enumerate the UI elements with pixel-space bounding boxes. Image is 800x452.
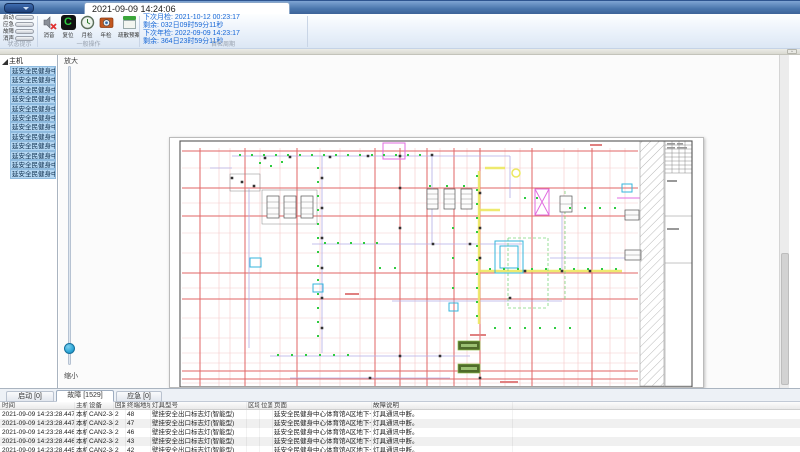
tree-item-page[interactable]: 延安全民健身中心体育馆A区地下一层 bbox=[10, 122, 56, 132]
fault-indicator-label: 故障 bbox=[3, 29, 15, 35]
canvas-scrollbar-thumb[interactable] bbox=[781, 253, 789, 385]
selfcheck-group: 下次月检: 2021-10-12 00:23:17 剩余: 032日09时59分… bbox=[141, 14, 305, 49]
tree-item-page[interactable]: 延安全民健身中心体育馆A区地下一层 bbox=[10, 66, 56, 76]
column-header[interactable]: 回路 bbox=[115, 402, 126, 409]
startup-indicator-lamp bbox=[15, 15, 34, 20]
tree-item-page[interactable]: 延安全民健身中心体育馆A区地下一层 bbox=[10, 112, 56, 123]
emergency-indicator-label: 应急 bbox=[3, 22, 15, 28]
mute-speaker-icon bbox=[42, 15, 57, 30]
tree-item-page[interactable]: 延安全民健身中心体育馆A区地下一层 bbox=[10, 131, 56, 142]
fault-table-header: 时间 主机 设备 回路 终端地址 灯具型号 区域 位置 页面 故障说明 bbox=[0, 402, 800, 410]
startup-indicator-label: 启动 bbox=[3, 15, 15, 21]
column-header[interactable]: 灯具型号 bbox=[152, 402, 247, 409]
tree-item-page[interactable]: 延安全民健身中心体育馆A区地下一层 bbox=[10, 94, 56, 104]
zoom-out-label: 缩小 bbox=[64, 373, 78, 380]
titlebar: 2021-09-09 14:24:06 bbox=[0, 0, 800, 15]
tree-item-page[interactable]: 延安全民健身中心体育馆A区地下一层 bbox=[10, 150, 56, 160]
canvas-vertical-scrollbar[interactable] bbox=[779, 55, 789, 388]
status-group-label: 状态提示 bbox=[7, 42, 32, 48]
window-title: 2021-09-09 14:24:06 bbox=[92, 4, 176, 14]
next-monthly-check: 下次月检: 2021-10-12 00:23:17 bbox=[143, 14, 240, 21]
tree-item-page[interactable]: 延安全民健身中心体育馆A区地下一层 bbox=[10, 159, 56, 170]
startup-indicator: 启动 bbox=[2, 15, 37, 21]
tree-item-page[interactable]: 延安全民健身中心体育馆A区地下一层 bbox=[10, 84, 56, 95]
tree-root-host[interactable]: 主机 bbox=[0, 57, 57, 66]
collapse-ribbon-button[interactable]: ^ bbox=[787, 49, 797, 54]
monthly-check-button[interactable]: 月检 bbox=[78, 15, 96, 42]
mute-button[interactable]: 消音 bbox=[40, 15, 58, 42]
status-group: 启动 应急 故障 消声 状态提示 bbox=[2, 14, 37, 49]
evacuation-plan-icon bbox=[122, 15, 137, 30]
reset-button[interactable]: C 复位 bbox=[59, 15, 77, 42]
column-header[interactable]: 终端地址 bbox=[127, 402, 151, 409]
actions-group: 消音 C 复位 月检 年检 疏散预案 一般操作 bbox=[40, 14, 140, 49]
reset-icon: C bbox=[60, 15, 76, 30]
group-separator bbox=[307, 16, 308, 47]
fault-row[interactable]: 2021-09-09 14:23:28.445 本机 CAN2-34 2 42 壁挂安… bbox=[0, 446, 800, 452]
column-header[interactable]: 故障说明 bbox=[373, 402, 513, 409]
column-header[interactable]: 页面 bbox=[274, 402, 372, 409]
app-menu-button[interactable] bbox=[4, 3, 34, 13]
tab-startup[interactable]: 启动 [0] bbox=[6, 391, 54, 402]
tree-item-page[interactable]: 延安全民健身中心体育馆A区地下一层 bbox=[10, 103, 56, 113]
floor-plan-drawing bbox=[179, 140, 693, 387]
plan-canvas: 放大 缩小 bbox=[59, 55, 789, 388]
tab-fault[interactable]: 故障 [1529] bbox=[56, 390, 114, 402]
fault-table: 时间 主机 设备 回路 终端地址 灯具型号 区域 位置 页面 故障说明 2021… bbox=[0, 402, 800, 452]
tree-item-page[interactable]: 延安全民健身中心体育馆A区地下一层 bbox=[10, 75, 56, 85]
fault-row[interactable]: 2021-09-09 14:23:28.447 本机 CAN2-34 2 48 壁挂安… bbox=[0, 410, 800, 419]
group-separator bbox=[139, 16, 140, 47]
actions-group-label: 一般操作 bbox=[76, 42, 101, 48]
fault-row[interactable]: 2021-09-09 14:23:28.446 本机 CAN2-34 2 43 壁挂安… bbox=[0, 437, 800, 446]
floor-plan-sheet[interactable] bbox=[169, 137, 704, 388]
zoom-slider[interactable] bbox=[68, 66, 71, 365]
event-log-panel: 启动 [0] 故障 [1529] 应急 [0] 时间 主机 设备 回路 终端地址… bbox=[0, 388, 800, 452]
tree-item-page[interactable]: 延安全民健身中心体育馆A区地下一层 bbox=[10, 169, 56, 179]
fault-indicator-lamp bbox=[15, 29, 34, 34]
chevron-down-icon bbox=[23, 7, 29, 10]
zoom-slider-thumb[interactable] bbox=[64, 343, 75, 354]
column-header[interactable]: 位置 bbox=[261, 402, 273, 409]
monthly-check-clock-icon bbox=[80, 15, 95, 30]
column-header[interactable]: 区域 bbox=[248, 402, 260, 409]
main-area: 主机 延安全民健身中心体育馆A区地下一层 延安全民健身中心体育馆A区地下一层 延… bbox=[0, 55, 800, 388]
event-tab-strip: 启动 [0] 故障 [1529] 应急 [0] bbox=[0, 389, 800, 402]
group-separator bbox=[37, 16, 38, 47]
fault-row[interactable]: 2021-09-09 14:23:28.447 本机 CAN2-34 2 47 壁挂安… bbox=[0, 419, 800, 428]
emergency-indicator: 应急 bbox=[2, 22, 37, 28]
fault-indicator: 故障 bbox=[2, 29, 37, 35]
fault-row[interactable]: 2021-09-09 14:23:28.446 本机 CAN2-34 2 46 壁挂安… bbox=[0, 428, 800, 437]
column-header[interactable]: 时间 bbox=[2, 402, 75, 409]
app-window: 2021-09-09 14:24:06 启动 应急 故障 消声 状态提示 消音 … bbox=[0, 0, 800, 452]
ribbon: 启动 应急 故障 消声 状态提示 消音 C 复位 月检 年检 疏散预案 一般操作… bbox=[0, 14, 800, 49]
tree-expander-icon[interactable] bbox=[2, 59, 8, 65]
selfcheck-group-label: 自检周期 bbox=[210, 42, 235, 48]
annual-check-button[interactable]: 年检 bbox=[97, 15, 115, 42]
annual-check-icon bbox=[99, 15, 114, 30]
zoom-in-label: 放大 bbox=[64, 58, 78, 65]
column-header[interactable]: 主机 bbox=[76, 402, 88, 409]
device-tree-panel: 主机 延安全民健身中心体育馆A区地下一层 延安全民健身中心体育馆A区地下一层 延… bbox=[0, 55, 58, 388]
tab-emergency[interactable]: 应急 [0] bbox=[116, 391, 162, 402]
next-annual-check: 下次年检: 2022-09-09 14:23:17 bbox=[143, 30, 240, 37]
column-header[interactable]: 设备 bbox=[89, 402, 114, 409]
monthly-remaining: 剩余: 032日09时59分11秒 bbox=[143, 22, 224, 29]
tree-item-page[interactable]: 延安全民健身中心体育馆A区地下一层 bbox=[10, 141, 56, 151]
emergency-indicator-lamp bbox=[15, 22, 34, 27]
